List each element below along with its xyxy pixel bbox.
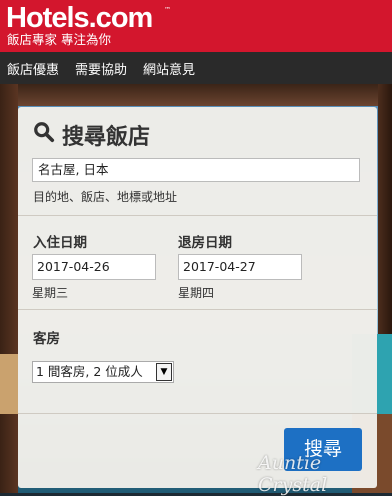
hero-ceiling-beam [0,84,392,106]
checkin-weekday: 星期三 [32,286,69,300]
checkin-label: 入住日期 [33,235,87,251]
watermark: Auntie Crystal [258,452,328,496]
divider [18,309,377,310]
brand-name: Hotels.com [6,2,153,34]
rooms-select[interactable]: 1 間客房, 2 位成人 ▼ [32,361,174,383]
search-card: 搜尋飯店 名古屋, 日本 目的地、飯店、地標或地址 入住日期 退房日期 2017… [18,107,377,488]
search-icon [34,122,55,143]
brand-logo[interactable]: Hotels.com ™ 飯店專家 專注為你 [6,2,171,47]
brand-trademark: ™ [164,6,171,14]
destination-hint: 目的地、飯店、地標或地址 [33,190,178,204]
rooms-label: 客房 [33,331,60,347]
site-header: Hotels.com ™ 飯店專家 專注為你 [0,0,392,52]
chevron-down-icon[interactable]: ▼ [156,363,172,381]
hero-lamp [0,354,18,414]
checkin-date-input[interactable]: 2017-04-26 [32,254,156,280]
divider [18,413,377,414]
checkout-weekday: 星期四 [178,286,215,300]
main-nav: 飯店優惠 需要協助 網站意見 [0,52,392,84]
checkout-date-input[interactable]: 2017-04-27 [178,254,302,280]
rooms-select-value: 1 間客房, 2 位成人 [36,364,143,379]
destination-input[interactable]: 名古屋, 日本 [32,158,360,182]
brand-tagline: 飯店專家 專注為你 [7,32,111,47]
nav-item-deals[interactable]: 飯店優惠 [7,59,59,78]
checkout-label: 退房日期 [178,235,232,251]
nav-item-feedback[interactable]: 網站意見 [143,59,195,78]
hero-window-frame-left [0,84,18,493]
nav-item-help[interactable]: 需要協助 [75,59,127,78]
divider [18,215,377,216]
search-title: 搜尋飯店 [62,125,151,150]
